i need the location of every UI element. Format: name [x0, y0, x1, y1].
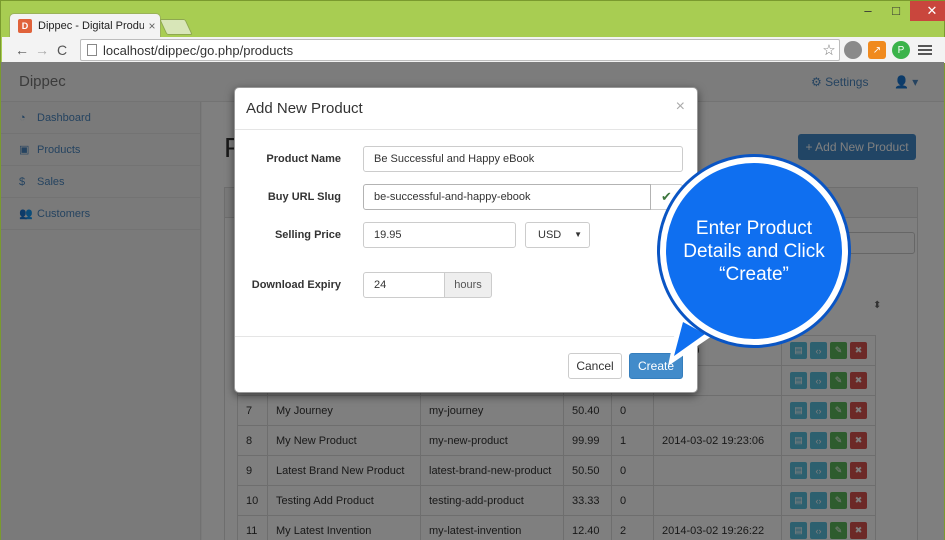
slug-row: Buy URL Slug be-successful-and-happy-ebo… [235, 184, 699, 212]
expiry-label: Download Expiry [251, 279, 341, 291]
add-product-modal: Add New Product × Product Name Be Succes… [234, 87, 699, 394]
new-tab-button[interactable] [159, 19, 193, 35]
expiry-row: Download Expiry 24 hours [235, 272, 699, 300]
forward-button[interactable]: → [32, 42, 52, 58]
extension-chart-icon[interactable]: ↗ [868, 41, 886, 59]
slug-label: Buy URL Slug [267, 191, 341, 203]
maximize-button[interactable]: □ [882, 1, 910, 21]
page-icon [87, 44, 97, 56]
product-name-row: Product Name Be Successful and Happy eBo… [235, 146, 699, 174]
tab-close-icon[interactable]: × [144, 19, 160, 33]
extension-icons: ↗ P [844, 41, 932, 59]
window-controls: – □ ✕ [854, 1, 945, 21]
modal-title: Add New Product [246, 100, 363, 117]
dippec-favicon-icon: D [18, 18, 32, 33]
cancel-button[interactable]: Cancel [568, 353, 622, 379]
extension-p-icon[interactable]: P [892, 41, 910, 59]
callout-line-3: “Create” [719, 263, 789, 285]
create-button[interactable]: Create [629, 353, 683, 379]
window-close-button[interactable]: ✕ [910, 1, 945, 21]
price-input[interactable]: 19.95 [363, 222, 516, 248]
callout-line-1: Enter Product [695, 217, 813, 239]
browser-tab[interactable]: D Dippec - Digital Product M × [9, 13, 161, 37]
expiry-unit-addon: hours [444, 272, 492, 298]
reload-button[interactable]: C [52, 42, 72, 58]
url-text: localhost/dippec/go.php/products [103, 42, 294, 58]
minimize-button[interactable]: – [854, 1, 882, 21]
bookmark-star-icon[interactable]: ☆ [819, 41, 839, 59]
currency-select[interactable]: USD ▼ [525, 222, 590, 248]
browser-menu-icon[interactable] [918, 45, 932, 55]
currency-value: USD [538, 229, 562, 241]
price-label: Selling Price [274, 229, 341, 241]
address-bar[interactable]: localhost/dippec/go.php/products ☆ [80, 39, 840, 61]
instruction-callout: Enter Product Details and Click “Create” [660, 157, 848, 345]
extension-shield-icon[interactable] [844, 41, 862, 59]
modal-close-icon[interactable]: × [676, 98, 685, 116]
modal-header: Add New Product × [235, 88, 697, 130]
modal-footer: Cancel Create [235, 336, 699, 394]
expiry-input[interactable]: 24 [363, 272, 445, 298]
tab-title: Dippec - Digital Product M [38, 19, 144, 32]
back-button[interactable]: ← [12, 42, 32, 58]
browser-toolbar: ← → C localhost/dippec/go.php/products ☆… [2, 37, 945, 63]
product-name-input[interactable]: Be Successful and Happy eBook [363, 146, 683, 172]
callout-line-2: Details and Click [683, 240, 825, 262]
dropdown-arrow-icon: ▼ [574, 230, 582, 239]
slug-input[interactable]: be-successful-and-happy-ebook [363, 184, 651, 210]
product-name-label: Product Name [266, 153, 341, 165]
price-row: Selling Price 19.95 USD ▼ [235, 222, 699, 250]
